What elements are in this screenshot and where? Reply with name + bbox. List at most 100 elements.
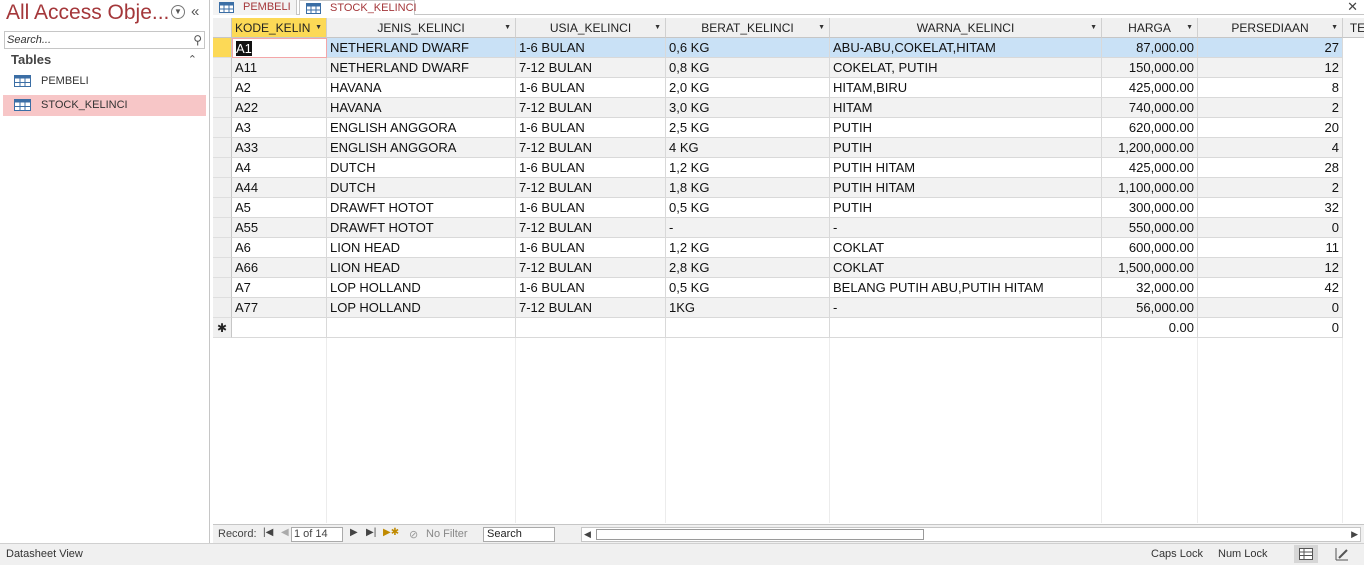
nav-menu-chevron-icon[interactable]: ▼ (171, 5, 185, 19)
cell-usia-kelinci[interactable]: 7-12 BULAN (516, 298, 666, 318)
cell-kode-kelin[interactable]: A1 (232, 38, 327, 58)
column-header-persediaan[interactable]: PERSEDIAAN ▼ (1198, 18, 1343, 38)
column-dropdown-icon[interactable]: ▼ (818, 18, 825, 37)
cell-warna-kelinci[interactable]: PUTIH (830, 138, 1102, 158)
horizontal-scrollbar[interactable]: ◀ ▶ (581, 527, 1361, 542)
cell-persediaan[interactable]: 2 (1198, 98, 1343, 118)
cell-kode-kelin[interactable]: A7 (232, 278, 327, 298)
cell-usia-kelinci[interactable]: 1-6 BULAN (516, 118, 666, 138)
nav-item-pembeli[interactable]: PEMBELI (3, 71, 206, 92)
cell-usia-kelinci[interactable]: 1-6 BULAN (516, 158, 666, 178)
table-row[interactable]: A7 LOP HOLLAND 1-6 BULAN 0,5 KG BELANG PUTIH… (213, 278, 1364, 298)
cell-harga[interactable]: 150,000.00 (1102, 58, 1198, 78)
cell-berat-kelinci[interactable]: 2,5 KG (666, 118, 830, 138)
column-header-usia-kelinci[interactable]: USIA_KELINCI ▼ (516, 18, 666, 38)
cell-berat-kelinci[interactable]: 1,8 KG (666, 178, 830, 198)
cell-warna-kelinci[interactable]: COKELAT, PUTIH (830, 58, 1102, 78)
record-selector[interactable] (213, 218, 232, 238)
column-header-jenis-kelinci[interactable]: JENIS_KELINCI ▼ (327, 18, 516, 38)
cell-persediaan[interactable]: 42 (1198, 278, 1343, 298)
previous-record-icon[interactable]: ◀ (281, 527, 289, 538)
cell-berat-kelinci[interactable]: 1,2 KG (666, 158, 830, 178)
datasheet-view-icon[interactable] (1294, 545, 1318, 563)
close-icon[interactable]: ✕ (1347, 0, 1358, 15)
column-header-warna-kelinci[interactable]: WARNA_KELINCI ▼ (830, 18, 1102, 38)
cell-persediaan[interactable]: 12 (1198, 58, 1343, 78)
cell-jenis-kelinci[interactable]: DUTCH (327, 158, 516, 178)
record-selector[interactable] (213, 198, 232, 218)
cell-persediaan[interactable]: 20 (1198, 118, 1343, 138)
column-header-kode-kelin[interactable]: KODE_KELIN ▼ (232, 18, 327, 38)
cell-persediaan[interactable]: 12 (1198, 258, 1343, 278)
cell-jenis-kelinci[interactable]: ENGLISH ANGGORA (327, 118, 516, 138)
cell-berat-kelinci[interactable]: 0,8 KG (666, 58, 830, 78)
cell-kode-kelin[interactable]: A77 (232, 298, 327, 318)
cell-warna-kelinci[interactable]: COKLAT (830, 258, 1102, 278)
table-row[interactable]: A3 ENGLISH ANGGORA 1-6 BULAN 2,5 KG PUTIH 620… (213, 118, 1364, 138)
column-dropdown-icon[interactable]: ▼ (654, 18, 661, 37)
cell-kode-kelin[interactable]: A3 (232, 118, 327, 138)
cell-usia-kelinci[interactable]: 7-12 BULAN (516, 178, 666, 198)
cell-kode-kelin[interactable]: A6 (232, 238, 327, 258)
cell-warna-kelinci[interactable]: COKLAT (830, 238, 1102, 258)
new-cell-usia-kelinci[interactable] (516, 318, 666, 338)
cell-berat-kelinci[interactable]: 0,5 KG (666, 278, 830, 298)
cell-warna-kelinci[interactable]: BELANG PUTIH ABU,PUTIH HITAM (830, 278, 1102, 298)
cell-persediaan[interactable]: 0 (1198, 298, 1343, 318)
cell-berat-kelinci[interactable]: 0,5 KG (666, 198, 830, 218)
scroll-right-icon[interactable]: ▶ (1351, 529, 1358, 540)
new-record-row[interactable]: ✱ 0.00 0 (213, 318, 1364, 338)
column-dropdown-icon[interactable]: ▼ (1186, 18, 1193, 37)
cell-warna-kelinci[interactable]: - (830, 218, 1102, 238)
cell-berat-kelinci[interactable]: 0,6 KG (666, 38, 830, 58)
record-selector[interactable] (213, 298, 232, 318)
cell-persediaan[interactable]: 8 (1198, 78, 1343, 98)
table-row[interactable]: A33 ENGLISH ANGGORA 7-12 BULAN 4 KG PUTIH 1,2… (213, 138, 1364, 158)
table-row[interactable]: A44 DUTCH 7-12 BULAN 1,8 KG PUTIH HITAM 1,100… (213, 178, 1364, 198)
record-selector[interactable] (213, 58, 232, 78)
filter-toggle[interactable]: No Filter (426, 528, 468, 540)
new-cell-jenis-kelinci[interactable] (327, 318, 516, 338)
cell-harga[interactable]: 425,000.00 (1102, 158, 1198, 178)
table-row[interactable]: A11 NETHERLAND DWARF 7-12 BULAN 0,8 KG COKEL… (213, 58, 1364, 78)
cell-warna-kelinci[interactable]: ABU-ABU,COKELAT,HITAM (830, 38, 1102, 58)
new-cell-berat-kelinci[interactable] (666, 318, 830, 338)
new-record-icon[interactable]: ▶✱ (383, 527, 399, 538)
cell-jenis-kelinci[interactable]: DRAWFT HOTOT (327, 198, 516, 218)
tab-stock-kelinci[interactable]: STOCK_KELINCI (299, 0, 417, 15)
cell-usia-kelinci[interactable]: 7-12 BULAN (516, 58, 666, 78)
cell-usia-kelinci[interactable]: 7-12 BULAN (516, 98, 666, 118)
cell-persediaan[interactable]: 4 (1198, 138, 1343, 158)
table-row[interactable]: A6 LION HEAD 1-6 BULAN 1,2 KG COKLAT 600,000.… (213, 238, 1364, 258)
cell-harga[interactable]: 56,000.00 (1102, 298, 1198, 318)
cell-jenis-kelinci[interactable]: NETHERLAND DWARF (327, 38, 516, 58)
cell-berat-kelinci[interactable]: 1KG (666, 298, 830, 318)
table-row[interactable]: A1 NETHERLAND DWARF 1-6 BULAN 0,6 KG ABU-ABU… (213, 38, 1364, 58)
new-cell-kode-kelin[interactable] (232, 318, 327, 338)
record-selector[interactable] (213, 38, 232, 58)
table-row[interactable]: A5 DRAWFT HOTOT 1-6 BULAN 0,5 KG PUTIH 300,00… (213, 198, 1364, 218)
cell-persediaan[interactable]: 27 (1198, 38, 1343, 58)
collapse-pane-icon[interactable]: « (191, 3, 199, 20)
cell-harga[interactable]: 87,000.00 (1102, 38, 1198, 58)
cell-jenis-kelinci[interactable]: DRAWFT HOTOT (327, 218, 516, 238)
new-cell-warna-kelinci[interactable] (830, 318, 1102, 338)
cell-kode-kelin[interactable]: A44 (232, 178, 327, 198)
cell-berat-kelinci[interactable]: 2,0 KG (666, 78, 830, 98)
cell-harga[interactable]: 1,100,000.00 (1102, 178, 1198, 198)
record-search-input[interactable]: Search (483, 527, 555, 542)
cell-berat-kelinci[interactable]: 2,8 KG (666, 258, 830, 278)
cell-warna-kelinci[interactable]: PUTIH HITAM (830, 178, 1102, 198)
cell-warna-kelinci[interactable]: PUTIH (830, 118, 1102, 138)
table-row[interactable]: A22 HAVANA 7-12 BULAN 3,0 KG HITAM 740,000.00… (213, 98, 1364, 118)
cell-usia-kelinci[interactable]: 7-12 BULAN (516, 138, 666, 158)
cell-jenis-kelinci[interactable]: LOP HOLLAND (327, 298, 516, 318)
cell-jenis-kelinci[interactable]: HAVANA (327, 78, 516, 98)
cell-kode-kelin[interactable]: A22 (232, 98, 327, 118)
cell-persediaan[interactable]: 0 (1198, 218, 1343, 238)
table-row[interactable]: A66 LION HEAD 7-12 BULAN 2,8 KG COKLAT 1,500,… (213, 258, 1364, 278)
cell-jenis-kelinci[interactable]: NETHERLAND DWARF (327, 58, 516, 78)
search-icon[interactable]: ⚲ (193, 33, 202, 47)
cell-usia-kelinci[interactable]: 1-6 BULAN (516, 198, 666, 218)
cell-persediaan[interactable]: 11 (1198, 238, 1343, 258)
